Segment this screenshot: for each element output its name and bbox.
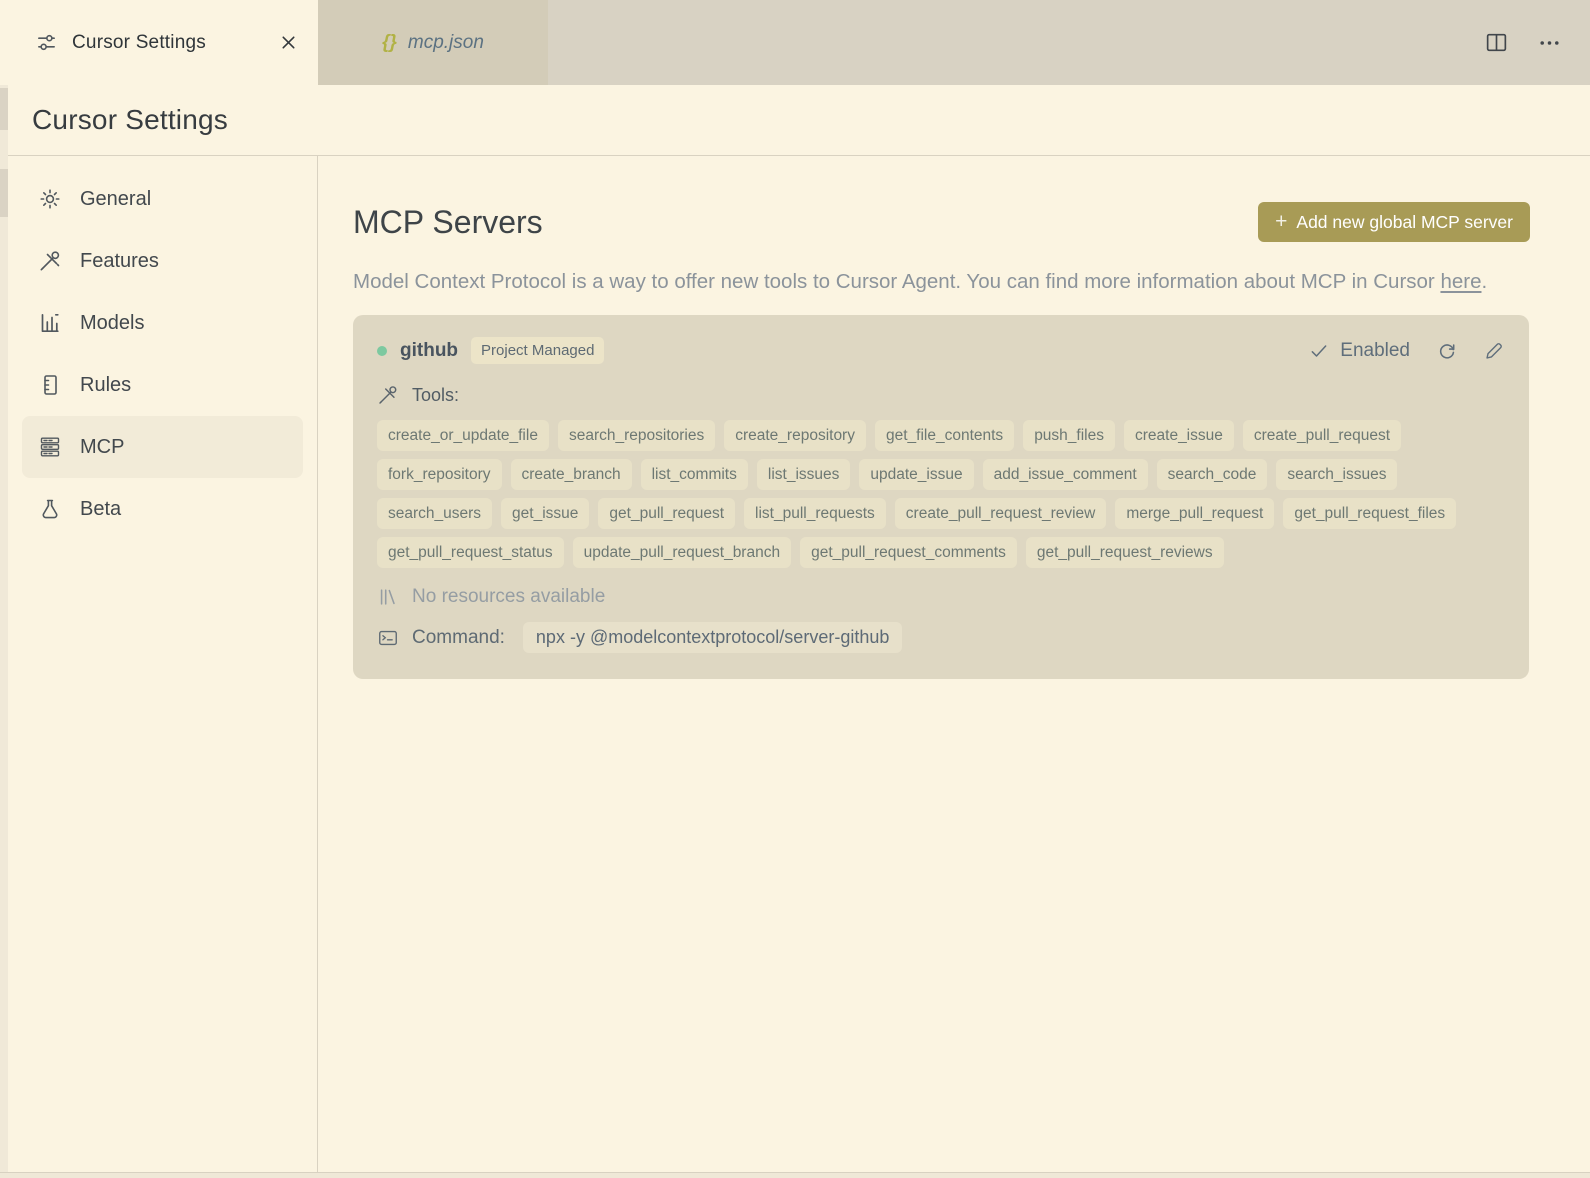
tool-chip: list_issues [756, 459, 851, 490]
tool-chip: update_issue [859, 459, 974, 490]
tools-icon [377, 384, 399, 406]
here-link[interactable]: here [1440, 270, 1481, 293]
cursor-settings-panel: Cursor Settings General Features Models … [8, 85, 1590, 1172]
page-title: Cursor Settings [32, 104, 228, 135]
tools-label: Tools: [412, 384, 460, 405]
bottom-bar [0, 1172, 1590, 1178]
sidebar-item-beta[interactable]: Beta [22, 478, 303, 540]
enabled-label: Enabled [1340, 339, 1410, 361]
sidebar-item-rules[interactable]: Rules [22, 354, 303, 416]
status-dot-green [377, 345, 387, 356]
tool-chip: push_files [1023, 420, 1115, 451]
refresh-icon[interactable] [1436, 340, 1458, 362]
add-button-label: Add new global MCP server [1296, 211, 1513, 232]
server-name: github [400, 339, 459, 361]
tool-chip: add_issue_comment [982, 459, 1148, 490]
sidebar-item-general[interactable]: General [22, 168, 303, 230]
tool-chip: get_pull_request [598, 498, 736, 529]
mcp-settings-content: MCP Servers + Add new global MCP server … [318, 156, 1590, 1172]
sidebar-item-label: MCP [80, 435, 125, 458]
command-label: Command: [412, 626, 505, 648]
sidebar-item-label: Rules [80, 373, 132, 396]
add-global-mcp-server-button[interactable]: + Add new global MCP server [1258, 202, 1530, 242]
description-text: Model Context Protocol is a way to offer… [353, 270, 1441, 293]
description-text: . [1481, 270, 1488, 293]
tool-chip: search_issues [1276, 459, 1398, 490]
sidebar-item-mcp[interactable]: MCP [22, 416, 303, 478]
enabled-toggle[interactable]: Enabled [1309, 340, 1410, 362]
tool-chip: list_commits [640, 459, 748, 490]
tabbar-actions [1484, 0, 1590, 85]
tool-chip: merge_pull_request [1115, 498, 1275, 529]
tool-chip: get_pull_request_files [1283, 498, 1457, 529]
tool-chip: fork_repository [377, 459, 502, 490]
tool-chip: get_issue [501, 498, 590, 529]
terminal-icon [377, 627, 399, 649]
tool-chip: create_branch [510, 459, 632, 490]
editor-tab-bar: Cursor Settings {} mcp.json [0, 0, 1590, 85]
gear-icon [38, 187, 62, 211]
section-title: MCP Servers [353, 204, 543, 240]
tab-cursor-settings[interactable]: Cursor Settings [0, 0, 318, 85]
tools-icon [38, 249, 62, 273]
command-value: npx -y @modelcontextprotocol/server-gith… [522, 622, 903, 653]
settings-sidebar: General Features Models Rules MCP Beta [8, 156, 318, 1172]
bar-chart-icon [38, 311, 62, 335]
tab-label: Cursor Settings [72, 31, 206, 53]
more-actions-icon[interactable] [1537, 30, 1562, 55]
mcp-description: Model Context Protocol is a way to offer… [353, 264, 1525, 299]
tool-chip: get_pull_request_reviews [1025, 537, 1224, 568]
tool-chip: create_pull_request [1242, 420, 1402, 451]
plus-icon: + [1275, 210, 1288, 233]
tool-chip: create_pull_request_review [894, 498, 1107, 529]
left-edge-strip [0, 85, 8, 1172]
library-icon [377, 586, 399, 608]
split-editor-icon[interactable] [1484, 30, 1509, 55]
server-stack-icon [38, 435, 62, 459]
tool-chip: create_issue [1123, 420, 1234, 451]
tool-chip: create_or_update_file [377, 420, 549, 451]
tool-chip: get_file_contents [874, 420, 1015, 451]
ruler-icon [38, 373, 62, 397]
sidebar-item-models[interactable]: Models [22, 292, 303, 354]
left-edge-strip-segment [0, 88, 8, 130]
tool-chip: search_code [1156, 459, 1268, 490]
tool-chip: update_pull_request_branch [572, 537, 792, 568]
sidebar-item-label: General [80, 187, 152, 210]
tool-chip: search_repositories [557, 420, 716, 451]
check-icon [1309, 341, 1329, 361]
tool-chip: get_pull_request_status [377, 537, 564, 568]
tab-label: mcp.json [407, 31, 484, 53]
tool-chip: list_pull_requests [744, 498, 886, 529]
tool-chip: get_pull_request_comments [800, 537, 1017, 568]
tool-chip-list: create_or_update_file search_repositories… [377, 420, 1477, 568]
close-icon[interactable] [279, 33, 298, 52]
sliders-icon [36, 32, 57, 53]
edit-pencil-icon[interactable] [1484, 340, 1505, 361]
tab-mcp-json[interactable]: {} mcp.json [318, 0, 548, 85]
mcp-server-card-github: github Project Managed Enabled Tools: cr… [353, 315, 1529, 679]
project-managed-badge: Project Managed [471, 337, 605, 364]
tool-chip: search_users [377, 498, 493, 529]
sidebar-item-label: Features [80, 249, 159, 272]
json-file-icon: {} [382, 31, 397, 53]
sidebar-item-label: Models [80, 311, 145, 334]
sidebar-item-features[interactable]: Features [22, 230, 303, 292]
tool-chip: create_repository [724, 420, 866, 451]
sidebar-item-label: Beta [80, 497, 122, 520]
resources-text: No resources available [412, 586, 606, 607]
flask-icon [38, 497, 62, 521]
left-edge-strip-segment [0, 169, 8, 217]
